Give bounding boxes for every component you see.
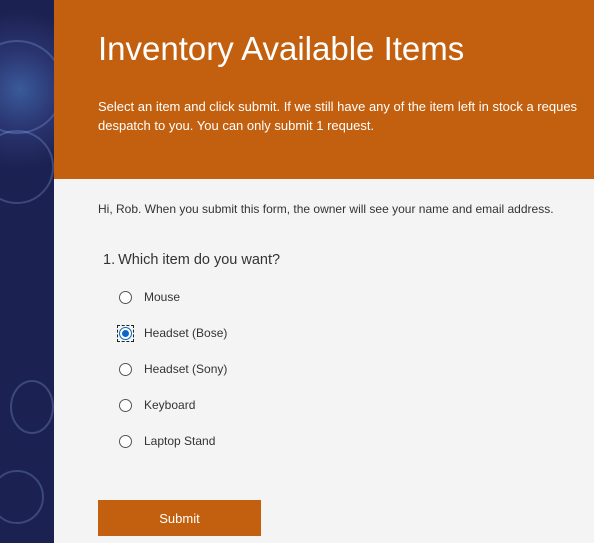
radio-button-selected[interactable]	[119, 326, 132, 340]
radio-button[interactable]	[119, 398, 132, 412]
radio-option-mouse[interactable]: Mouse	[118, 287, 180, 307]
option-label: Laptop Stand	[144, 434, 216, 448]
submit-button[interactable]: Submit	[98, 500, 261, 536]
form-description: Select an item and click submit. If we s…	[98, 99, 578, 133]
background-ring	[0, 40, 54, 134]
question-title: 1. Which item do you want?	[103, 252, 280, 268]
background-ring	[0, 130, 54, 204]
question-number: 1.	[103, 252, 116, 268]
option-label: Headset (Sony)	[144, 362, 228, 376]
identity-notice: Hi, Rob. When you submit this form, the …	[98, 202, 554, 216]
form-panel: Inventory Available Items Select an item…	[54, 0, 594, 543]
radio-button[interactable]	[119, 290, 132, 304]
radio-button[interactable]	[119, 362, 132, 376]
option-label: Keyboard	[144, 398, 196, 412]
background-decoration	[0, 0, 54, 543]
form-header: Inventory Available Items Select an item…	[54, 0, 594, 179]
option-label: Headset (Bose)	[144, 326, 228, 340]
question-text: Which item do you want?	[118, 252, 281, 268]
radio-button[interactable]	[119, 434, 132, 448]
radio-option-headset-bose[interactable]: Headset (Bose)	[117, 323, 228, 343]
background-ring	[0, 470, 44, 524]
radio-option-keyboard[interactable]: Keyboard	[118, 395, 195, 415]
form-title: Inventory Available Items	[98, 30, 465, 67]
option-label: Mouse	[144, 290, 181, 304]
radio-option-headset-sony[interactable]: Headset (Sony)	[118, 359, 227, 379]
radio-option-laptop-stand[interactable]: Laptop Stand	[118, 431, 215, 451]
background-ring	[10, 380, 54, 434]
